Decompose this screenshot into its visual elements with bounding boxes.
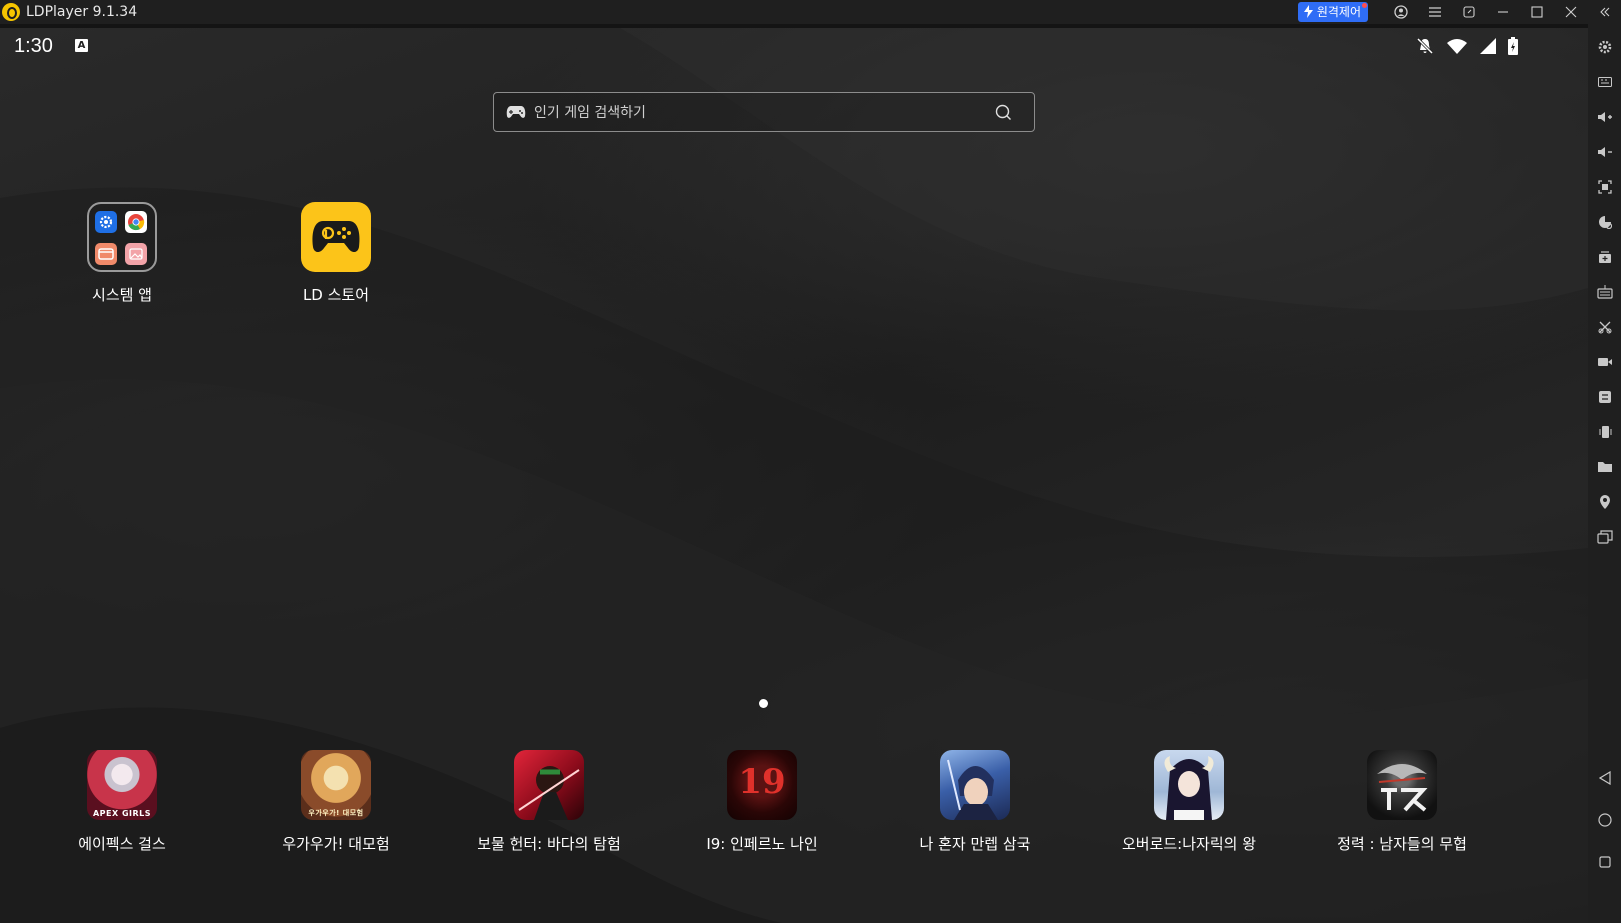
app-label: 보물 헌터: 바다의 탐험 [477, 835, 621, 853]
cut-icon[interactable] [1595, 317, 1615, 337]
icon-caption: 우가우가! 대모험 [308, 809, 364, 817]
gallery-app-icon [125, 243, 147, 265]
fullscreen-icon[interactable] [1595, 177, 1615, 197]
app-label: 나 혼자 만렙 삼국 [919, 835, 1031, 853]
chrome-app-icon [125, 211, 147, 233]
title-bar: LDPlayer 9.1.34 원격제어 [0, 0, 1621, 24]
keyboard-mapping-icon[interactable] [1595, 72, 1615, 92]
wifi-icon [1447, 39, 1467, 54]
app-label: I9: 인페르노 나인 [706, 835, 818, 853]
search-icon[interactable] [995, 104, 1012, 121]
app-label: 에이펙스 걸스 [78, 835, 166, 853]
location-icon[interactable] [1595, 492, 1615, 512]
notifications-off-icon [1416, 37, 1434, 55]
operation-recorder-icon[interactable] [1595, 282, 1615, 302]
icon-caption: APEX GIRLS [92, 809, 152, 818]
dock-app-overlord[interactable]: 오버로드:나자릭의 왕 [1099, 750, 1279, 854]
remote-control-label: 원격제어 [1316, 5, 1361, 19]
page-indicator-dot [759, 699, 768, 708]
menu-icon[interactable] [1418, 0, 1452, 24]
apex-girls-icon: APEX GIRLS [87, 750, 157, 820]
folder-icon[interactable] [1595, 457, 1615, 477]
settings-app-icon [95, 211, 117, 233]
multi-instance-icon[interactable] [1595, 247, 1615, 267]
back-icon[interactable] [1595, 768, 1615, 788]
home-icon[interactable] [1595, 810, 1615, 830]
game-search-bar[interactable]: 인기 게임 검색하기 [493, 92, 1035, 132]
system-apps-folder[interactable]: 시스템 앱 [57, 202, 187, 305]
lightning-icon [1303, 5, 1313, 18]
ugauga-icon: 우가우가! 대모험 [301, 750, 371, 820]
dock-app-inferno-nine[interactable]: 19 I9: 인페르노 나인 [672, 750, 852, 854]
app-label: 오버로드:나자릭의 왕 [1121, 835, 1257, 853]
gamepad-icon [506, 106, 526, 118]
browser-app-icon [95, 243, 117, 265]
close-icon[interactable] [1554, 0, 1588, 24]
treasure-hunter-icon [514, 750, 584, 820]
app-label: 시스템 앱 [92, 286, 152, 304]
right-toolbar [1588, 24, 1621, 923]
status-icons [1416, 37, 1518, 55]
dock-app-jeongryeok[interactable]: 정력 : 남자들의 무협 [1312, 750, 1492, 854]
android-home-screen: 1:30 A 인기 게임 검색하기 시스템 앱 LD 스토어 APEX GIRL… [0, 28, 1588, 923]
sync-icon[interactable] [1595, 387, 1615, 407]
ldplayer-window: LDPlayer 9.1.34 원격제어 1:30 A 인기 게임 검색하기 시… [0, 0, 1621, 923]
status-bar: 1:30 A [0, 28, 1588, 64]
dock-app-treasure-hunter[interactable]: 보물 헌터: 바다의 탐험 [459, 750, 639, 854]
remote-control-button[interactable]: 원격제어 [1297, 2, 1368, 22]
account-icon[interactable] [1384, 0, 1418, 24]
icon-caption: 19 [738, 762, 786, 802]
inferno-nine-icon: 19 [727, 750, 797, 820]
notification-dot [1362, 3, 1367, 8]
ld-store-app[interactable]: LD 스토어 [271, 202, 401, 305]
app-label: 우가우가! 대모험 [282, 835, 390, 853]
dock-app-solo-leveling-samguk[interactable]: 나 혼자 만렙 삼국 [885, 750, 1065, 854]
ldplayer-logo-icon [2, 3, 20, 21]
volume-up-icon[interactable] [1595, 107, 1615, 127]
collapse-icon[interactable] [1588, 0, 1621, 24]
jeongryeok-icon [1367, 750, 1437, 820]
more-instances-icon[interactable] [1595, 527, 1615, 547]
app-label: LD 스토어 [302, 286, 370, 304]
maximize-icon[interactable] [1520, 0, 1554, 24]
app-title: LDPlayer 9.1.34 [26, 4, 138, 20]
install-apk-icon[interactable] [1595, 212, 1615, 232]
dock-app-apex-girls[interactable]: APEX GIRLS 에이펙스 걸스 [32, 750, 212, 854]
signal-icon [1480, 38, 1496, 54]
ld-store-icon [301, 202, 371, 272]
shake-icon[interactable] [1595, 422, 1615, 442]
dock-app-ugauga[interactable]: 우가우가! 대모험 우가우가! 대모험 [246, 750, 426, 854]
clock: 1:30 [14, 35, 53, 57]
input-method-icon: A [75, 39, 88, 52]
recents-icon[interactable] [1595, 852, 1615, 872]
battery-charging-icon [1508, 37, 1518, 55]
title-bar-controls: 원격제어 [1297, 0, 1621, 24]
overlord-icon [1154, 750, 1224, 820]
folder-icon [87, 202, 157, 272]
settings-icon[interactable] [1595, 37, 1615, 57]
volume-down-icon[interactable] [1595, 142, 1615, 162]
video-record-icon[interactable] [1595, 352, 1615, 372]
search-placeholder: 인기 게임 검색하기 [534, 105, 646, 121]
app-label: 정력 : 남자들의 무협 [1337, 835, 1467, 853]
solo-leveling-samguk-icon [940, 750, 1010, 820]
screen-sync-icon[interactable] [1452, 0, 1486, 24]
minimize-icon[interactable] [1486, 0, 1520, 24]
